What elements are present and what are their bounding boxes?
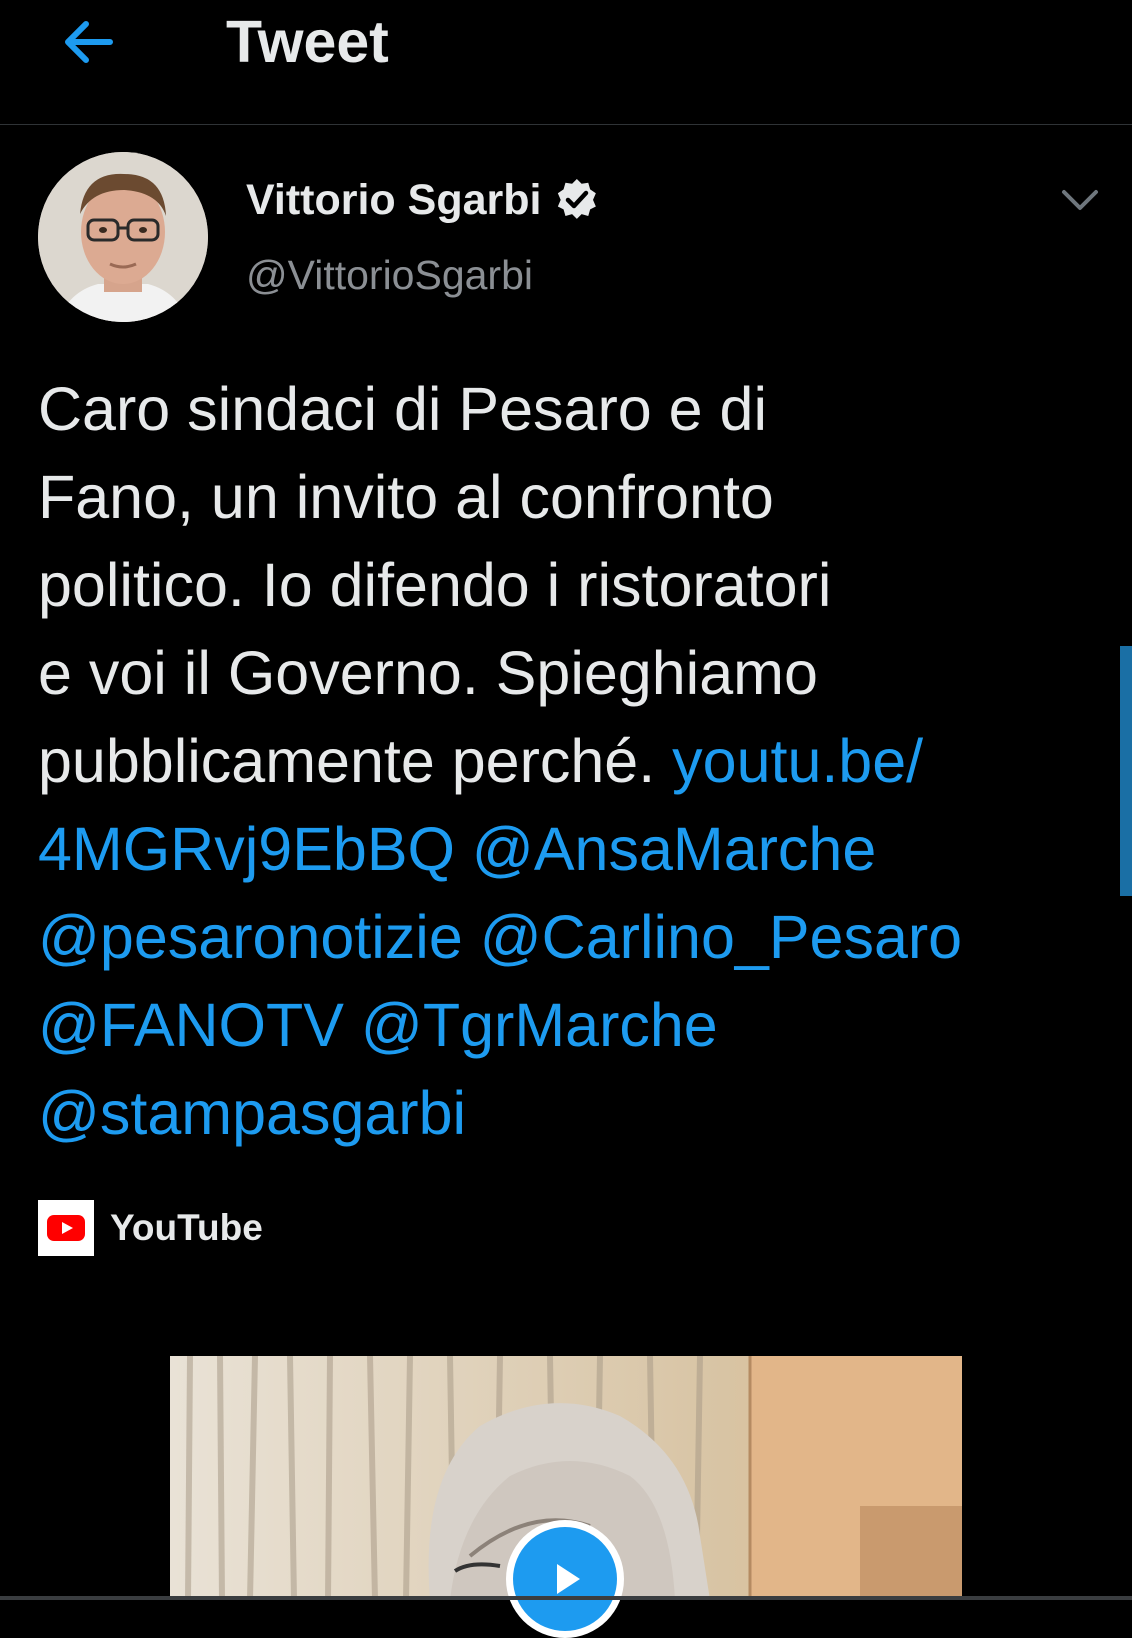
link-source[interactable]: YouTube: [38, 1200, 263, 1256]
avatar-portrait: [38, 152, 208, 322]
verified-badge-icon: [558, 178, 597, 219]
arrow-left-icon: [65, 21, 113, 63]
chevron-down-icon[interactable]: [1056, 176, 1104, 224]
mention-link[interactable]: @stampasgarbi: [38, 1079, 466, 1147]
mention-link[interactable]: @Carlino_Pesaro: [480, 903, 962, 971]
tweet-text: Caro sindaci di Pesaro e di Fano, un inv…: [38, 365, 1108, 1157]
author-name[interactable]: Vittorio Sgarbi: [246, 176, 541, 225]
scrollbar[interactable]: [1120, 646, 1132, 896]
page-title: Tweet: [226, 9, 389, 75]
youtube-icon: [38, 1200, 94, 1256]
author-handle[interactable]: @VittorioSgarbi: [246, 252, 533, 299]
author-avatar[interactable]: [38, 152, 208, 322]
mention-link[interactable]: @pesaronotizie: [38, 903, 463, 971]
source-label: YouTube: [110, 1207, 263, 1248]
mention-link[interactable]: @FANOTV: [38, 991, 344, 1059]
mention-link[interactable]: @AnsaMarche: [472, 815, 876, 883]
author-name-row[interactable]: Vittorio Sgarbi: [246, 172, 599, 228]
top-bar: Tweet: [0, 0, 1132, 125]
play-icon: [513, 1527, 617, 1631]
mention-link[interactable]: @TgrMarche: [361, 991, 718, 1059]
play-button[interactable]: [506, 1520, 624, 1638]
back-button[interactable]: [52, 6, 124, 78]
bottom-divider: [0, 1596, 1132, 1600]
